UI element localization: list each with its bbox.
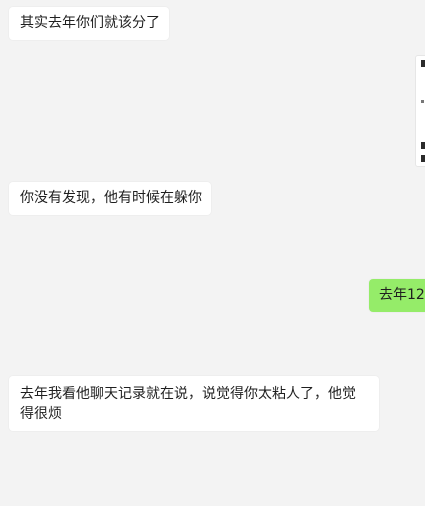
message-bubble-received[interactable]: 其实去年你们就该分了 bbox=[9, 7, 169, 40]
message-bubble-received[interactable]: 你没有发现，他有时候在躲你 bbox=[9, 182, 211, 215]
chat-message-area[interactable]: 其实去年你们就该分了 你没有发现，他有时候在躲你 去年12月 去年我看他聊天记录… bbox=[0, 0, 425, 506]
image-content-fragment bbox=[421, 60, 425, 67]
message-text: 其实去年你们就该分了 bbox=[20, 15, 160, 31]
message-bubble-received[interactable]: 去年我看他聊天记录就在说，说觉得你太粘人了，他觉得很烦 bbox=[9, 376, 379, 431]
message-text: 去年12月 bbox=[379, 287, 425, 303]
image-content-fragment bbox=[421, 100, 424, 103]
message-text: 去年我看他聊天记录就在说，说觉得你太粘人了，他觉得很烦 bbox=[20, 386, 356, 422]
image-message-thumbnail[interactable] bbox=[415, 55, 425, 167]
message-text: 你没有发现，他有时候在躲你 bbox=[20, 190, 202, 206]
message-bubble-sent[interactable]: 去年12月 bbox=[369, 279, 425, 312]
image-content-fragment bbox=[421, 155, 425, 162]
image-content-fragment bbox=[421, 142, 425, 149]
